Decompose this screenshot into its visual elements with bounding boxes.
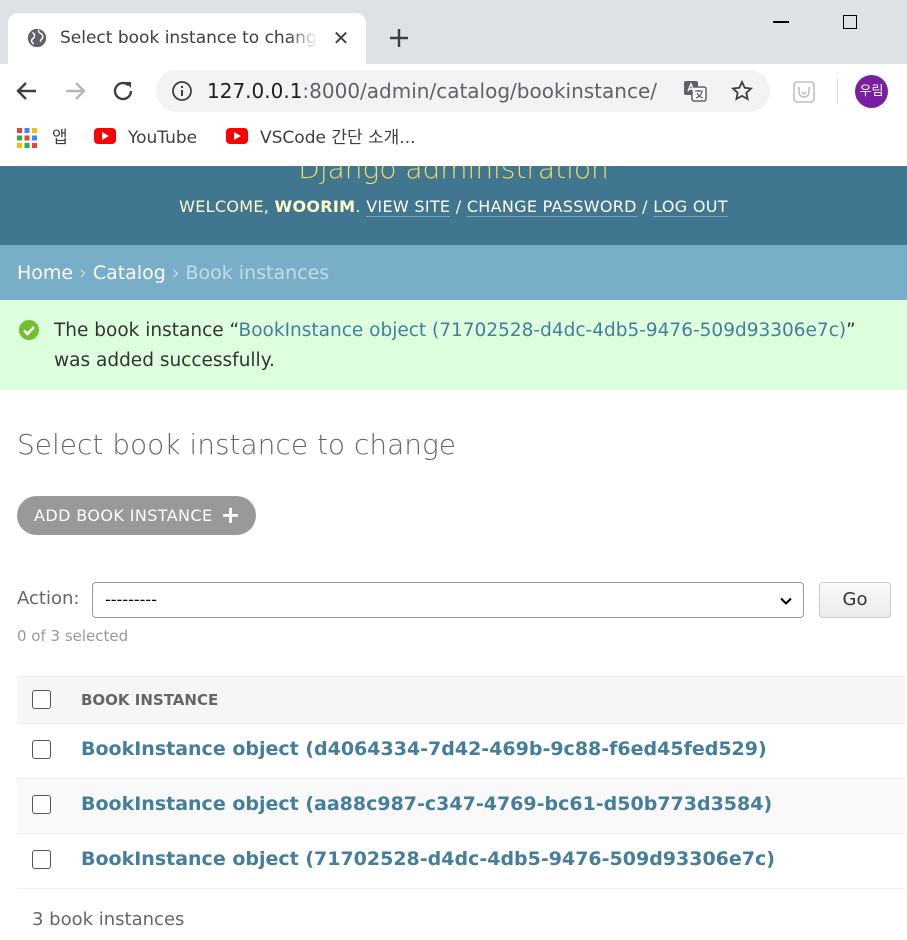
- bookmark-youtube[interactable]: YouTube: [94, 126, 197, 150]
- log-out-link[interactable]: LOG OUT: [653, 197, 728, 217]
- view-site-link[interactable]: VIEW SITE: [366, 197, 451, 217]
- apps-grid-icon[interactable]: [17, 128, 37, 148]
- add-button-label: ADD BOOK INSTANCE: [34, 506, 213, 525]
- tab-close-icon[interactable]: ✕: [330, 27, 352, 49]
- change-password-link[interactable]: CHANGE PASSWORD: [466, 197, 637, 217]
- user-tools: WELCOME, WOORIM. VIEW SITE / CHANGE PASS…: [179, 197, 728, 217]
- column-header-book-instance[interactable]: BOOK INSTANCE: [81, 691, 218, 709]
- action-select[interactable]: ---------: [92, 582, 804, 618]
- extension-icon[interactable]: [792, 80, 816, 104]
- message-object-link[interactable]: BookInstance object (71702528-d4dc-4db5-…: [239, 320, 847, 341]
- bookmarks-bar: 앱 YouTube VSCode 간단 소개...: [0, 118, 907, 160]
- go-button[interactable]: Go: [819, 582, 891, 618]
- bookmark-label: VSCode 간단 소개...: [260, 128, 416, 148]
- youtube-icon: [94, 128, 116, 144]
- breadcrumb-home[interactable]: Home: [17, 262, 73, 284]
- separator-slash: /: [642, 197, 648, 216]
- book-instance-link[interactable]: BookInstance object (71702528-d4dc-4db5-…: [81, 848, 775, 870]
- message-text: The book instance “: [54, 320, 239, 341]
- forward-icon[interactable]: [62, 78, 88, 104]
- url-text[interactable]: 127.0.0.1:8000/admin/catalog/bookinstanc…: [207, 79, 657, 103]
- table-row: BookInstance object (71702528-d4dc-4db5-…: [17, 834, 905, 889]
- success-message: The book instance “BookInstance object (…: [0, 300, 907, 390]
- bookmark-vscode[interactable]: VSCode 간단 소개...: [226, 126, 416, 150]
- welcome-text: WELCOME,: [179, 197, 270, 216]
- breadcrumb-separator: ›: [79, 262, 87, 284]
- breadcrumb-separator: ›: [171, 262, 180, 284]
- separator-slash: /: [455, 197, 462, 216]
- page-title: Select book instance to change: [17, 428, 457, 461]
- reload-icon[interactable]: [110, 78, 136, 104]
- minimize-icon[interactable]: [773, 21, 789, 23]
- paginator-count: 3 book instances: [32, 909, 185, 930]
- results-table: BOOK INSTANCE BookInstance object (d4064…: [17, 676, 905, 889]
- tab-strip: Select book instance to change ✕: [0, 0, 907, 64]
- breadcrumb: Home › Catalog › Book instances: [0, 245, 907, 300]
- maximize-icon[interactable]: [843, 15, 857, 29]
- select-all-checkbox[interactable]: [32, 690, 51, 709]
- breadcrumb-catalog[interactable]: Catalog: [93, 262, 166, 284]
- breadcrumb-current: Book instances: [185, 262, 330, 284]
- info-icon[interactable]: [171, 80, 193, 102]
- tab-title: Select book instance to change: [60, 28, 318, 48]
- browser-tab[interactable]: Select book instance to change ✕: [8, 13, 366, 64]
- bookmark-apps[interactable]: 앱: [52, 126, 68, 150]
- youtube-icon: [226, 128, 248, 144]
- back-icon[interactable]: [14, 78, 40, 104]
- book-instance-link[interactable]: BookInstance object (d4064334-7d42-469b-…: [81, 738, 767, 760]
- bookmark-star-icon[interactable]: [730, 79, 754, 103]
- table-header: BOOK INSTANCE: [17, 676, 905, 724]
- selected-count: 0 of 3 selected: [17, 627, 129, 645]
- admin-header: Django administration WELCOME, WOORIM. V…: [0, 166, 907, 245]
- profile-avatar[interactable]: 우림: [855, 75, 888, 108]
- row-checkbox[interactable]: [32, 795, 51, 814]
- table-row: BookInstance object (d4064334-7d42-469b-…: [17, 724, 905, 779]
- action-label: Action:: [17, 588, 80, 609]
- new-tab-icon[interactable]: [385, 24, 413, 52]
- add-book-instance-button[interactable]: ADD BOOK INSTANCE +: [17, 496, 257, 535]
- row-checkbox[interactable]: [32, 850, 51, 869]
- bookmark-label: YouTube: [128, 128, 198, 148]
- browser-toolbar: 127.0.0.1:8000/admin/catalog/bookinstanc…: [0, 64, 907, 118]
- book-instance-link[interactable]: BookInstance object (aa88c987-c347-4769-…: [81, 793, 772, 815]
- username: WOORIM: [274, 197, 356, 216]
- globe-icon: [27, 28, 47, 48]
- chevron-down-icon: [780, 597, 792, 605]
- action-select-value: ---------: [105, 590, 157, 609]
- row-checkbox[interactable]: [32, 740, 51, 759]
- toolbar-divider: [837, 78, 838, 104]
- plus-icon: +: [220, 501, 242, 529]
- success-check-icon: [19, 320, 39, 340]
- site-name[interactable]: Django administration: [0, 166, 907, 185]
- table-row: BookInstance object (aa88c987-c347-4769-…: [17, 779, 905, 834]
- address-bar[interactable]: 127.0.0.1:8000/admin/catalog/bookinstanc…: [156, 70, 770, 112]
- translate-icon[interactable]: [683, 80, 707, 102]
